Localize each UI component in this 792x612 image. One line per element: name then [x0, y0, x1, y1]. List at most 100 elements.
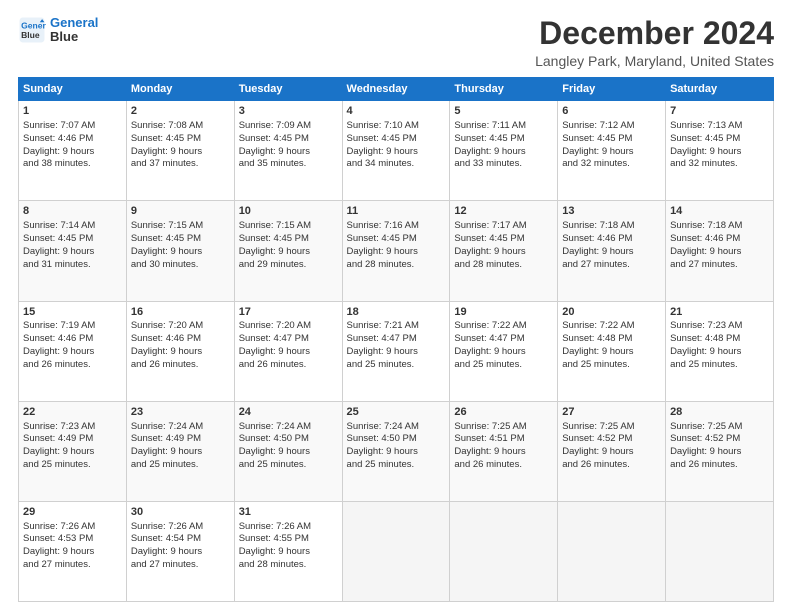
calendar-cell: 1Sunrise: 7:07 AMSunset: 4:46 PMDaylight… — [19, 101, 127, 201]
day-detail: Sunrise: 7:09 AM — [239, 120, 338, 133]
day-detail: Sunset: 4:46 PM — [23, 333, 122, 346]
day-detail: Sunrise: 7:24 AM — [131, 421, 230, 434]
day-detail: Sunrise: 7:19 AM — [23, 320, 122, 333]
day-detail: and 25 minutes. — [23, 459, 122, 472]
day-detail: Sunset: 4:47 PM — [347, 333, 446, 346]
day-number: 20 — [562, 305, 661, 320]
day-detail: Daylight: 9 hours — [347, 446, 446, 459]
day-number: 24 — [239, 405, 338, 420]
day-detail: Sunset: 4:48 PM — [562, 333, 661, 346]
day-number: 16 — [131, 305, 230, 320]
day-detail: and 27 minutes. — [131, 559, 230, 572]
calendar-cell: 29Sunrise: 7:26 AMSunset: 4:53 PMDayligh… — [19, 501, 127, 601]
calendar-week-2: 8Sunrise: 7:14 AMSunset: 4:45 PMDaylight… — [19, 201, 774, 301]
day-number: 11 — [347, 204, 446, 219]
day-number: 30 — [131, 505, 230, 520]
day-detail: Sunset: 4:45 PM — [239, 133, 338, 146]
day-detail: Sunrise: 7:16 AM — [347, 220, 446, 233]
day-detail: and 25 minutes. — [131, 459, 230, 472]
calendar-week-3: 15Sunrise: 7:19 AMSunset: 4:46 PMDayligh… — [19, 301, 774, 401]
calendar-cell: 17Sunrise: 7:20 AMSunset: 4:47 PMDayligh… — [234, 301, 342, 401]
title-block: December 2024 Langley Park, Maryland, Un… — [535, 16, 774, 69]
calendar-cell: 30Sunrise: 7:26 AMSunset: 4:54 PMDayligh… — [126, 501, 234, 601]
day-header-sunday: Sunday — [19, 78, 127, 101]
day-number: 10 — [239, 204, 338, 219]
calendar-cell: 28Sunrise: 7:25 AMSunset: 4:52 PMDayligh… — [666, 401, 774, 501]
day-detail: Daylight: 9 hours — [239, 246, 338, 259]
day-number: 8 — [23, 204, 122, 219]
day-detail: Daylight: 9 hours — [131, 346, 230, 359]
day-detail: Sunset: 4:46 PM — [131, 333, 230, 346]
day-number: 9 — [131, 204, 230, 219]
day-detail: and 32 minutes. — [670, 158, 769, 171]
calendar-cell: 6Sunrise: 7:12 AMSunset: 4:45 PMDaylight… — [558, 101, 666, 201]
day-detail: Daylight: 9 hours — [562, 246, 661, 259]
day-detail: Sunrise: 7:07 AM — [23, 120, 122, 133]
day-detail: and 25 minutes. — [562, 359, 661, 372]
day-detail: Sunset: 4:45 PM — [347, 233, 446, 246]
day-detail: Sunrise: 7:23 AM — [23, 421, 122, 434]
calendar-cell: 14Sunrise: 7:18 AMSunset: 4:46 PMDayligh… — [666, 201, 774, 301]
day-detail: Sunrise: 7:13 AM — [670, 120, 769, 133]
day-detail: Sunrise: 7:25 AM — [562, 421, 661, 434]
day-detail: Sunset: 4:45 PM — [670, 133, 769, 146]
day-detail: Sunrise: 7:26 AM — [23, 521, 122, 534]
calendar-cell: 18Sunrise: 7:21 AMSunset: 4:47 PMDayligh… — [342, 301, 450, 401]
day-detail: Sunset: 4:55 PM — [239, 533, 338, 546]
day-number: 3 — [239, 104, 338, 119]
day-detail: Sunrise: 7:24 AM — [239, 421, 338, 434]
day-detail: Sunset: 4:45 PM — [131, 233, 230, 246]
day-detail: Daylight: 9 hours — [454, 446, 553, 459]
day-detail: Sunrise: 7:18 AM — [562, 220, 661, 233]
day-detail: Daylight: 9 hours — [670, 146, 769, 159]
calendar-week-4: 22Sunrise: 7:23 AMSunset: 4:49 PMDayligh… — [19, 401, 774, 501]
day-detail: Sunset: 4:49 PM — [131, 433, 230, 446]
calendar-cell: 26Sunrise: 7:25 AMSunset: 4:51 PMDayligh… — [450, 401, 558, 501]
day-number: 19 — [454, 305, 553, 320]
calendar-cell — [558, 501, 666, 601]
logo-line2: Blue — [50, 30, 98, 44]
day-detail: Sunrise: 7:22 AM — [454, 320, 553, 333]
day-detail: Daylight: 9 hours — [562, 346, 661, 359]
day-number: 18 — [347, 305, 446, 320]
calendar-cell: 31Sunrise: 7:26 AMSunset: 4:55 PMDayligh… — [234, 501, 342, 601]
day-detail: Daylight: 9 hours — [239, 546, 338, 559]
day-number: 5 — [454, 104, 553, 119]
day-detail: Sunset: 4:50 PM — [347, 433, 446, 446]
day-detail: Sunset: 4:51 PM — [454, 433, 553, 446]
svg-text:Blue: Blue — [21, 30, 40, 40]
day-detail: Sunset: 4:45 PM — [239, 233, 338, 246]
day-detail: Sunset: 4:48 PM — [670, 333, 769, 346]
day-detail: and 28 minutes. — [454, 259, 553, 272]
day-detail: Daylight: 9 hours — [131, 446, 230, 459]
calendar-cell: 24Sunrise: 7:24 AMSunset: 4:50 PMDayligh… — [234, 401, 342, 501]
day-number: 6 — [562, 104, 661, 119]
day-detail: Daylight: 9 hours — [347, 346, 446, 359]
day-detail: Sunset: 4:45 PM — [131, 133, 230, 146]
day-number: 12 — [454, 204, 553, 219]
day-detail: Sunrise: 7:23 AM — [670, 320, 769, 333]
day-number: 26 — [454, 405, 553, 420]
day-number: 31 — [239, 505, 338, 520]
day-detail: Sunset: 4:53 PM — [23, 533, 122, 546]
day-detail: Sunrise: 7:25 AM — [454, 421, 553, 434]
day-detail: Daylight: 9 hours — [347, 146, 446, 159]
calendar-cell: 16Sunrise: 7:20 AMSunset: 4:46 PMDayligh… — [126, 301, 234, 401]
calendar-cell: 22Sunrise: 7:23 AMSunset: 4:49 PMDayligh… — [19, 401, 127, 501]
calendar-cell: 23Sunrise: 7:24 AMSunset: 4:49 PMDayligh… — [126, 401, 234, 501]
day-header-monday: Monday — [126, 78, 234, 101]
day-detail: Sunrise: 7:10 AM — [347, 120, 446, 133]
day-number: 27 — [562, 405, 661, 420]
day-detail: Daylight: 9 hours — [131, 546, 230, 559]
day-detail: Daylight: 9 hours — [23, 546, 122, 559]
day-detail: Sunrise: 7:26 AM — [239, 521, 338, 534]
day-number: 29 — [23, 505, 122, 520]
day-detail: Sunset: 4:45 PM — [562, 133, 661, 146]
calendar-table: SundayMondayTuesdayWednesdayThursdayFrid… — [18, 77, 774, 602]
day-detail: Sunset: 4:45 PM — [454, 133, 553, 146]
day-detail: Sunrise: 7:08 AM — [131, 120, 230, 133]
day-detail: and 26 minutes. — [23, 359, 122, 372]
day-detail: Sunset: 4:47 PM — [454, 333, 553, 346]
day-detail: Daylight: 9 hours — [454, 246, 553, 259]
day-detail: Sunrise: 7:15 AM — [131, 220, 230, 233]
